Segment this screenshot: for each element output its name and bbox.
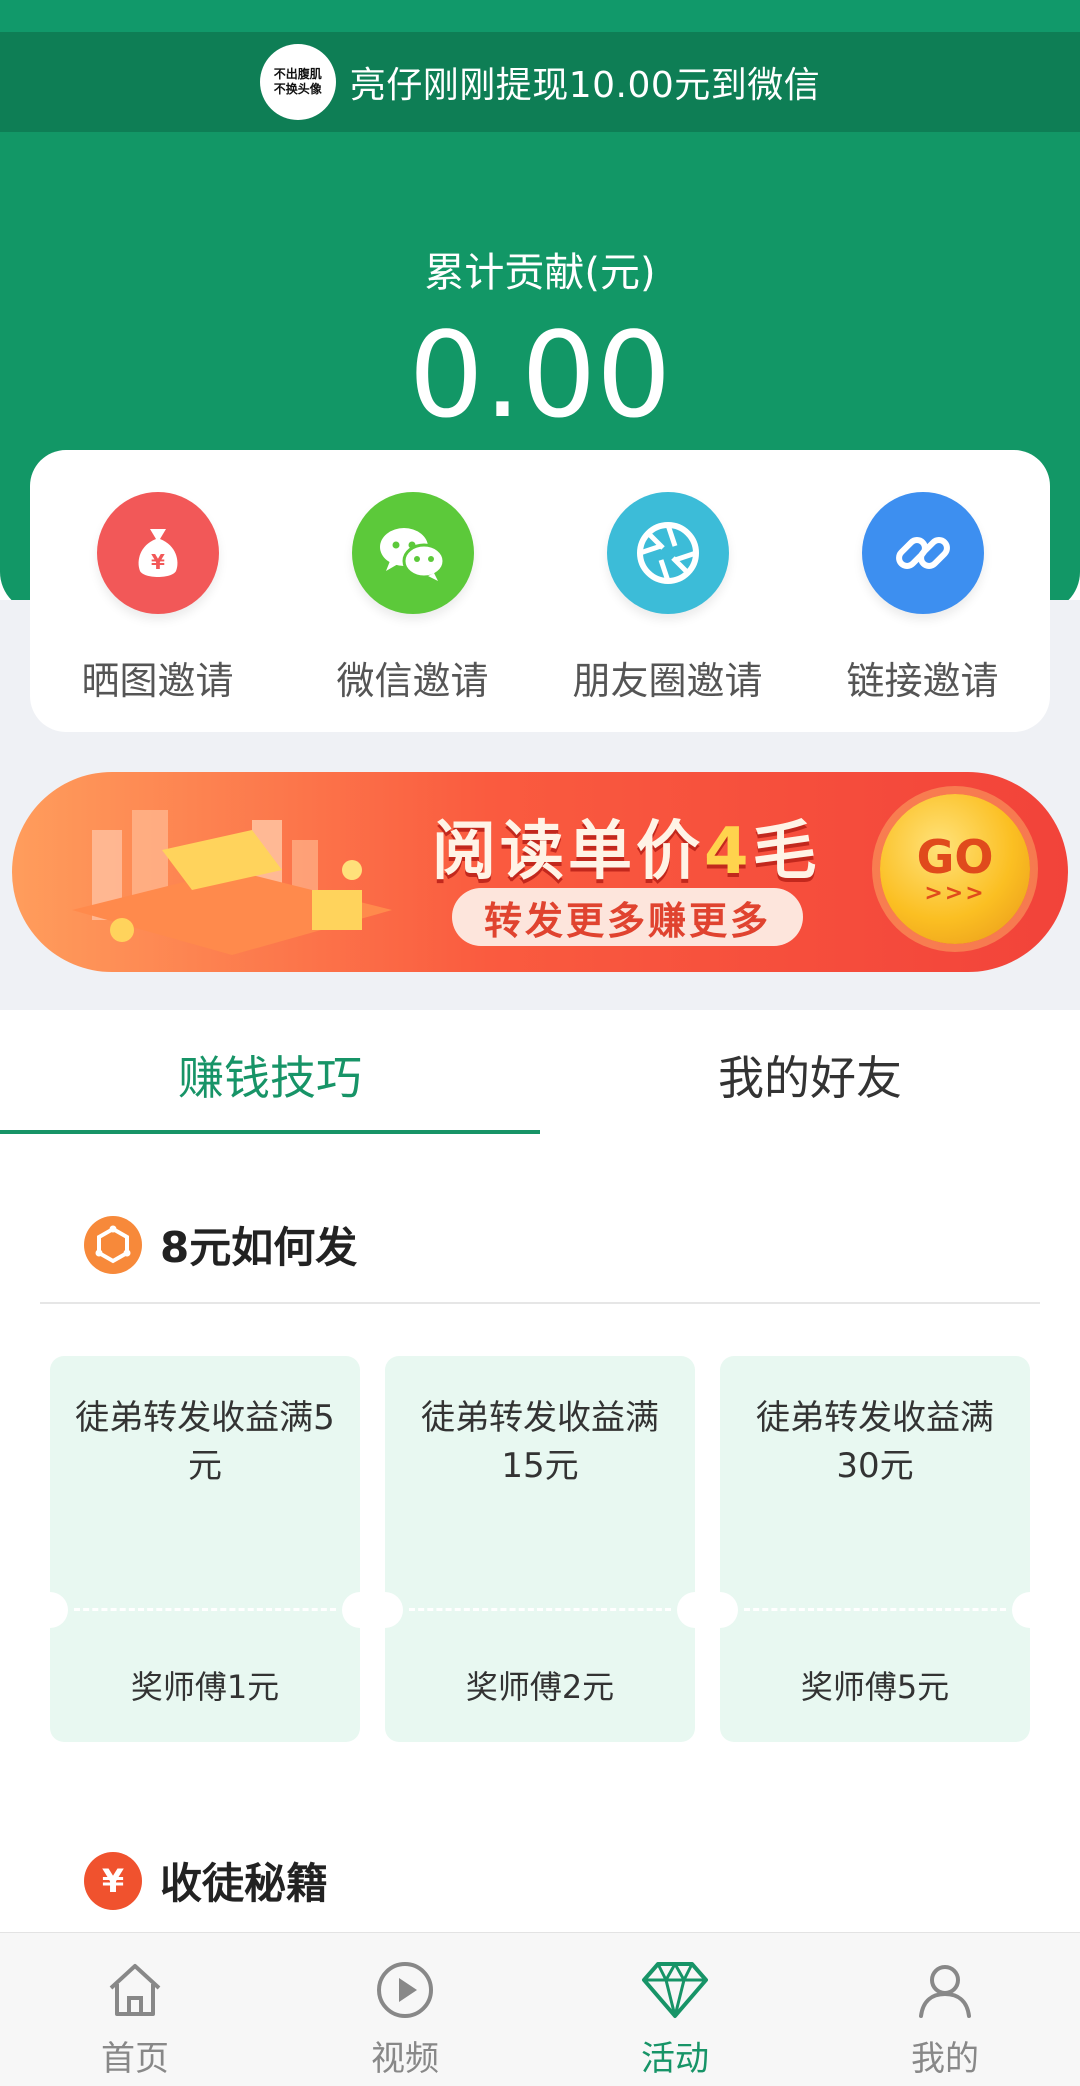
diamond-icon (640, 1955, 710, 2025)
banner-title-suffix: 毛 (752, 815, 821, 889)
ticket-dash (74, 1608, 336, 1611)
invite-photo-button[interactable]: ¥ 晒图邀请 (48, 492, 268, 705)
nav-mine[interactable]: 我的 (810, 1933, 1080, 2086)
moments-shutter-icon (606, 492, 729, 614)
ticket-notch (342, 1592, 360, 1628)
wechat-icon (351, 492, 474, 614)
ticket-notch (677, 1592, 695, 1628)
avatar-text-line1: 不出腹肌 (273, 67, 322, 81)
notice-text: 亮仔刚刚提现10.00元到微信 (349, 65, 821, 106)
invite-link-button[interactable]: 链接邀请 (813, 492, 1033, 705)
nav-activity-label: 活动 (641, 2039, 709, 2079)
ticket-notch (50, 1592, 68, 1628)
invite-link-label: 链接邀请 (846, 659, 999, 703)
withdraw-notice-bar[interactable]: 不出腹肌 不换头像 亮仔刚刚提现10.00元到微信 (0, 32, 1080, 132)
section-rewards-header: 8元如何发 (84, 1214, 357, 1275)
tab-my-friends[interactable]: 我的好友 (540, 1010, 1080, 1140)
invite-methods-card: ¥ 晒图邀请 微信邀请 朋友圈邀请 链接邀请 (30, 450, 1050, 732)
invite-moments-button[interactable]: 朋友圈邀请 (558, 492, 778, 705)
nav-video-label: 视频 (371, 2039, 439, 2079)
invite-moments-label: 朋友圈邀请 (572, 659, 763, 703)
ticket-notch (385, 1592, 403, 1628)
hexagon-icon (84, 1215, 142, 1274)
home-icon (100, 1955, 170, 2025)
link-icon (861, 492, 984, 614)
status-bar (0, 0, 1080, 32)
contribution-value: 0.00 (408, 306, 672, 444)
section-rewards-title: 8元如何发 (160, 1223, 358, 1272)
city-illustration-icon (72, 810, 392, 955)
video-play-icon (370, 1955, 440, 2025)
avatar-text-line2: 不换头像 (273, 82, 322, 96)
reward-amount: 奖师傅1元 (130, 1668, 280, 1706)
invite-photo-label: 晒图邀请 (81, 659, 234, 703)
nav-home-label: 首页 (101, 2039, 169, 2079)
tab-earning-tips[interactable]: 赚钱技巧 (0, 1010, 540, 1140)
ticket-dash (409, 1608, 671, 1611)
banner-title-number: 4 (704, 815, 753, 889)
ticket-notch (1012, 1592, 1030, 1628)
go-label: GO (916, 829, 994, 884)
section-tips-header: ¥ 收徒秘籍 (84, 1850, 328, 1911)
nav-mine-label: 我的 (911, 2039, 979, 2079)
section-divider (40, 1302, 1040, 1304)
contribution-label: 累计贡献(元) (424, 250, 656, 296)
reward-condition: 徒弟转发收益满5元 (75, 1398, 335, 1486)
bottom-navigation: 首页 视频 活动 我的 (0, 1932, 1080, 2086)
reward-card: 徒弟转发收益满30元 奖师傅5元 (720, 1356, 1030, 1742)
banner-subtitle: 转发更多赚更多 (452, 888, 804, 946)
invite-wechat-button[interactable]: 微信邀请 (303, 492, 523, 705)
yuan-icon: ¥ (84, 1851, 142, 1910)
reward-card: 徒弟转发收益满15元 奖师傅2元 (385, 1356, 695, 1742)
content-tabs: 赚钱技巧 我的好友 (0, 1010, 1080, 1140)
reward-amount: 奖师傅5元 (800, 1668, 950, 1706)
money-bag-icon: ¥ (96, 492, 219, 614)
ticket-notch (720, 1592, 738, 1628)
promo-banner[interactable]: 阅读单价4毛 转发更多赚更多 GO >>> (12, 772, 1068, 972)
nav-home[interactable]: 首页 (0, 1933, 270, 2086)
banner-title-prefix: 阅读单价 (432, 815, 704, 889)
go-arrows: >>> (924, 880, 986, 906)
nav-activity[interactable]: 活动 (540, 1933, 810, 2086)
nav-video[interactable]: 视频 (270, 1933, 540, 2086)
reward-condition: 徒弟转发收益满30元 (756, 1398, 994, 1486)
svg-text:¥: ¥ (151, 550, 165, 574)
user-icon (910, 1955, 980, 2025)
banner-go-button[interactable]: GO >>> (880, 794, 1030, 944)
section-tips-title: 收徒秘籍 (160, 1859, 329, 1908)
banner-title: 阅读单价4毛 (432, 800, 821, 892)
avatar: 不出腹肌 不换头像 (259, 44, 336, 120)
reward-condition: 徒弟转发收益满15元 (421, 1398, 659, 1486)
ticket-dash (744, 1608, 1006, 1611)
invite-wechat-label: 微信邀请 (336, 659, 489, 703)
reward-card: 徒弟转发收益满5元 奖师傅1元 (50, 1356, 360, 1742)
reward-amount: 奖师傅2元 (465, 1668, 615, 1706)
